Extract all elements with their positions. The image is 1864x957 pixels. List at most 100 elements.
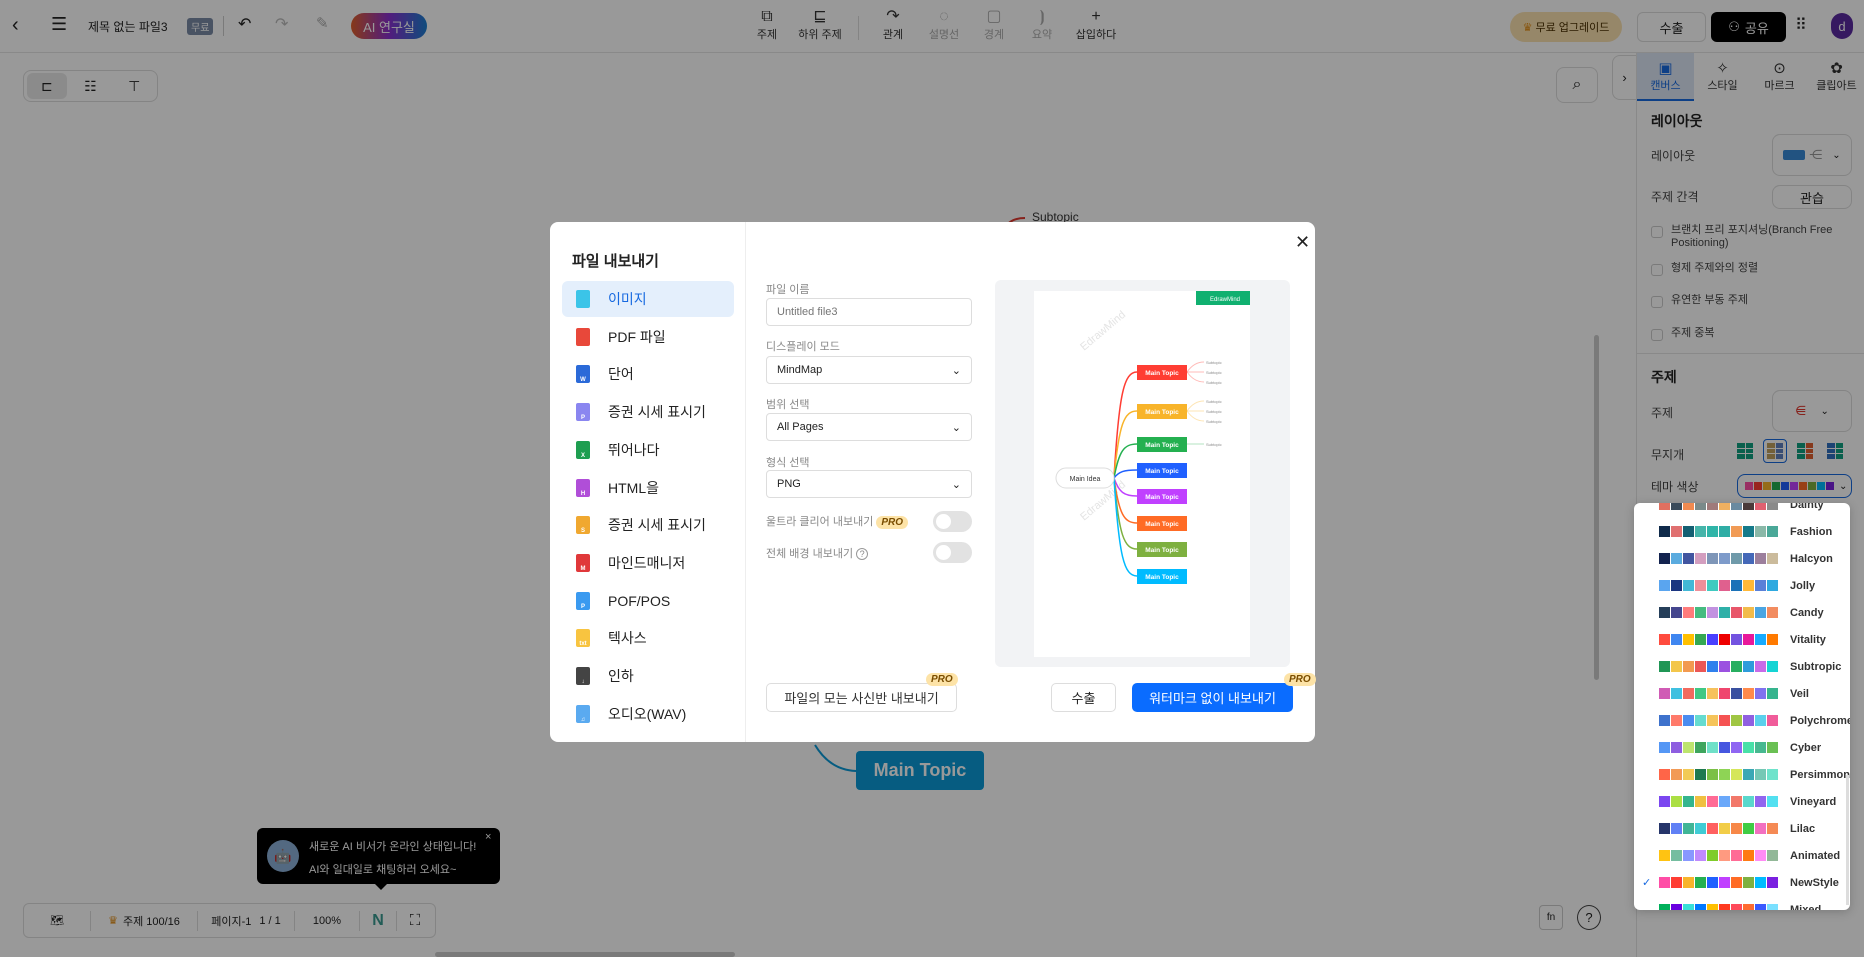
background-toggle[interactable] (933, 542, 972, 563)
swatch (1707, 526, 1718, 537)
swatch (1707, 661, 1718, 672)
ultra-clear-toggle[interactable] (933, 511, 972, 532)
swatch (1671, 823, 1682, 834)
sub-line (1186, 410, 1205, 422)
swatch (1683, 769, 1694, 780)
file-type-icon: W (576, 365, 590, 384)
theme-option[interactable]: Lilac (1634, 815, 1850, 842)
close-icon[interactable]: ✕ (1295, 232, 1310, 253)
swatch (1755, 850, 1766, 861)
swatch (1755, 607, 1766, 618)
export-format-item[interactable]: P 증권 시세 표시기 (562, 394, 734, 430)
format-label: 형식 선택 (766, 457, 810, 469)
export-format-label: 단어 (608, 366, 634, 383)
swatch (1755, 715, 1766, 726)
theme-option[interactable]: ✓ NewStyle (1634, 869, 1850, 896)
swatch (1767, 823, 1778, 834)
swatch (1731, 742, 1742, 753)
swatch (1707, 904, 1718, 910)
background-label: 전체 배경 내보내기 (766, 548, 854, 560)
theme-option[interactable]: Persimmon (1634, 761, 1850, 788)
swatch (1767, 742, 1778, 753)
export-dialog: 파일 내보내기 ✕ 이미지 PDF 파일 W 단어 P 증권 시세 표시기 X 뛰어나다 H HT… (550, 222, 1316, 742)
swatch (1755, 580, 1766, 591)
swatch (1707, 553, 1718, 564)
export-format-item[interactable]: ♫ 오디오(WAV) (562, 696, 734, 732)
swatch (1671, 742, 1682, 753)
theme-option[interactable]: Veil (1634, 680, 1850, 707)
range-select[interactable]: All Pages ⌄ (766, 413, 972, 441)
swatch (1743, 503, 1754, 510)
sub-line (1186, 400, 1205, 412)
swatch (1659, 823, 1670, 834)
theme-option[interactable]: Animated (1634, 842, 1850, 869)
theme-swatches (1659, 850, 1778, 861)
swatch (1707, 634, 1718, 645)
swatch (1695, 688, 1706, 699)
theme-option[interactable]: Vineyard (1634, 788, 1850, 815)
file-type-icon: P (576, 403, 590, 422)
theme-option[interactable]: Vitality (1634, 626, 1850, 653)
swatch (1719, 904, 1730, 910)
export-format-item[interactable]: P POF/POS (562, 583, 734, 619)
theme-option[interactable]: Fashion (1634, 518, 1850, 545)
preview-page: EdrawMind EdrawMind EdrawMind Main Topic Sub… (1034, 291, 1250, 657)
dropdown-scrollbar[interactable] (1846, 775, 1849, 905)
swatch (1743, 607, 1754, 618)
export-format-item[interactable]: M 마인드매니저 (562, 545, 734, 581)
export-format-item[interactable]: txt 텍사스 (562, 620, 734, 656)
theme-option[interactable]: Candy (1634, 599, 1850, 626)
export-format-item[interactable]: ↓ 인하 (562, 658, 734, 694)
swatch (1743, 688, 1754, 699)
display-mode-label: 디스플레이 모드 (766, 341, 840, 353)
format-select[interactable]: PNG ⌄ (766, 470, 972, 498)
swatch (1707, 715, 1718, 726)
theme-option[interactable]: Dainty (1634, 503, 1850, 518)
file-name-input[interactable] (766, 298, 972, 326)
branch-line (1113, 469, 1138, 479)
theme-swatches (1659, 877, 1778, 888)
export-format-item[interactable]: PDF 파일 (562, 319, 734, 355)
swatch (1695, 796, 1706, 807)
theme-option[interactable]: Cyber (1634, 734, 1850, 761)
swatch (1743, 769, 1754, 780)
theme-option[interactable]: Mixed (1634, 896, 1850, 910)
display-mode-select[interactable]: MindMap ⌄ (766, 356, 972, 384)
swatch (1743, 553, 1754, 564)
swatch (1671, 503, 1682, 510)
swatch (1755, 823, 1766, 834)
file-type-icon: X (576, 440, 590, 459)
export-format-item[interactable]: H HTML을 (562, 470, 734, 506)
swatch (1695, 877, 1706, 888)
theme-option[interactable]: Jolly (1634, 572, 1850, 599)
theme-swatches (1659, 904, 1778, 910)
swatch (1755, 526, 1766, 537)
theme-option[interactable]: Halcyon (1634, 545, 1850, 572)
swatch (1659, 503, 1670, 510)
export-without-watermark-button[interactable]: 워터마크 없이 내보내기 (1132, 683, 1293, 712)
file-type-icon (576, 327, 590, 346)
swatch (1743, 661, 1754, 672)
sub-line (1186, 371, 1205, 383)
swatch (1707, 796, 1718, 807)
theme-option[interactable]: Subtropic (1634, 653, 1850, 680)
help-icon[interactable]: ? (856, 548, 869, 560)
export-format-label: 마인드매니저 (608, 554, 686, 571)
theme-name: Persimmon (1790, 768, 1850, 781)
theme-name: Halcyon (1790, 552, 1833, 565)
export-format-item[interactable]: 이미지 (562, 281, 734, 317)
swatch (1659, 796, 1670, 807)
export-button[interactable]: 수출 (1051, 683, 1116, 712)
swatch (1671, 796, 1682, 807)
preview-topic-label: Main Topic (1145, 547, 1179, 554)
export-format-item[interactable]: X 뛰어나다 (562, 432, 734, 468)
export-format-item[interactable]: S 증권 시세 표시기 (562, 507, 734, 543)
swatch (1683, 823, 1694, 834)
export-all-pages-button[interactable]: 파일의 모는 사신반 내보내기 (766, 683, 957, 712)
swatch (1767, 634, 1778, 645)
theme-option[interactable]: Polychrome (1634, 707, 1850, 734)
theme-swatches (1659, 526, 1778, 537)
export-format-item[interactable]: W 단어 (562, 356, 734, 392)
swatch (1683, 661, 1694, 672)
preview-mindmap: EdrawMindEdrawMindEdrawMindMain TopicSub… (1055, 291, 1250, 584)
